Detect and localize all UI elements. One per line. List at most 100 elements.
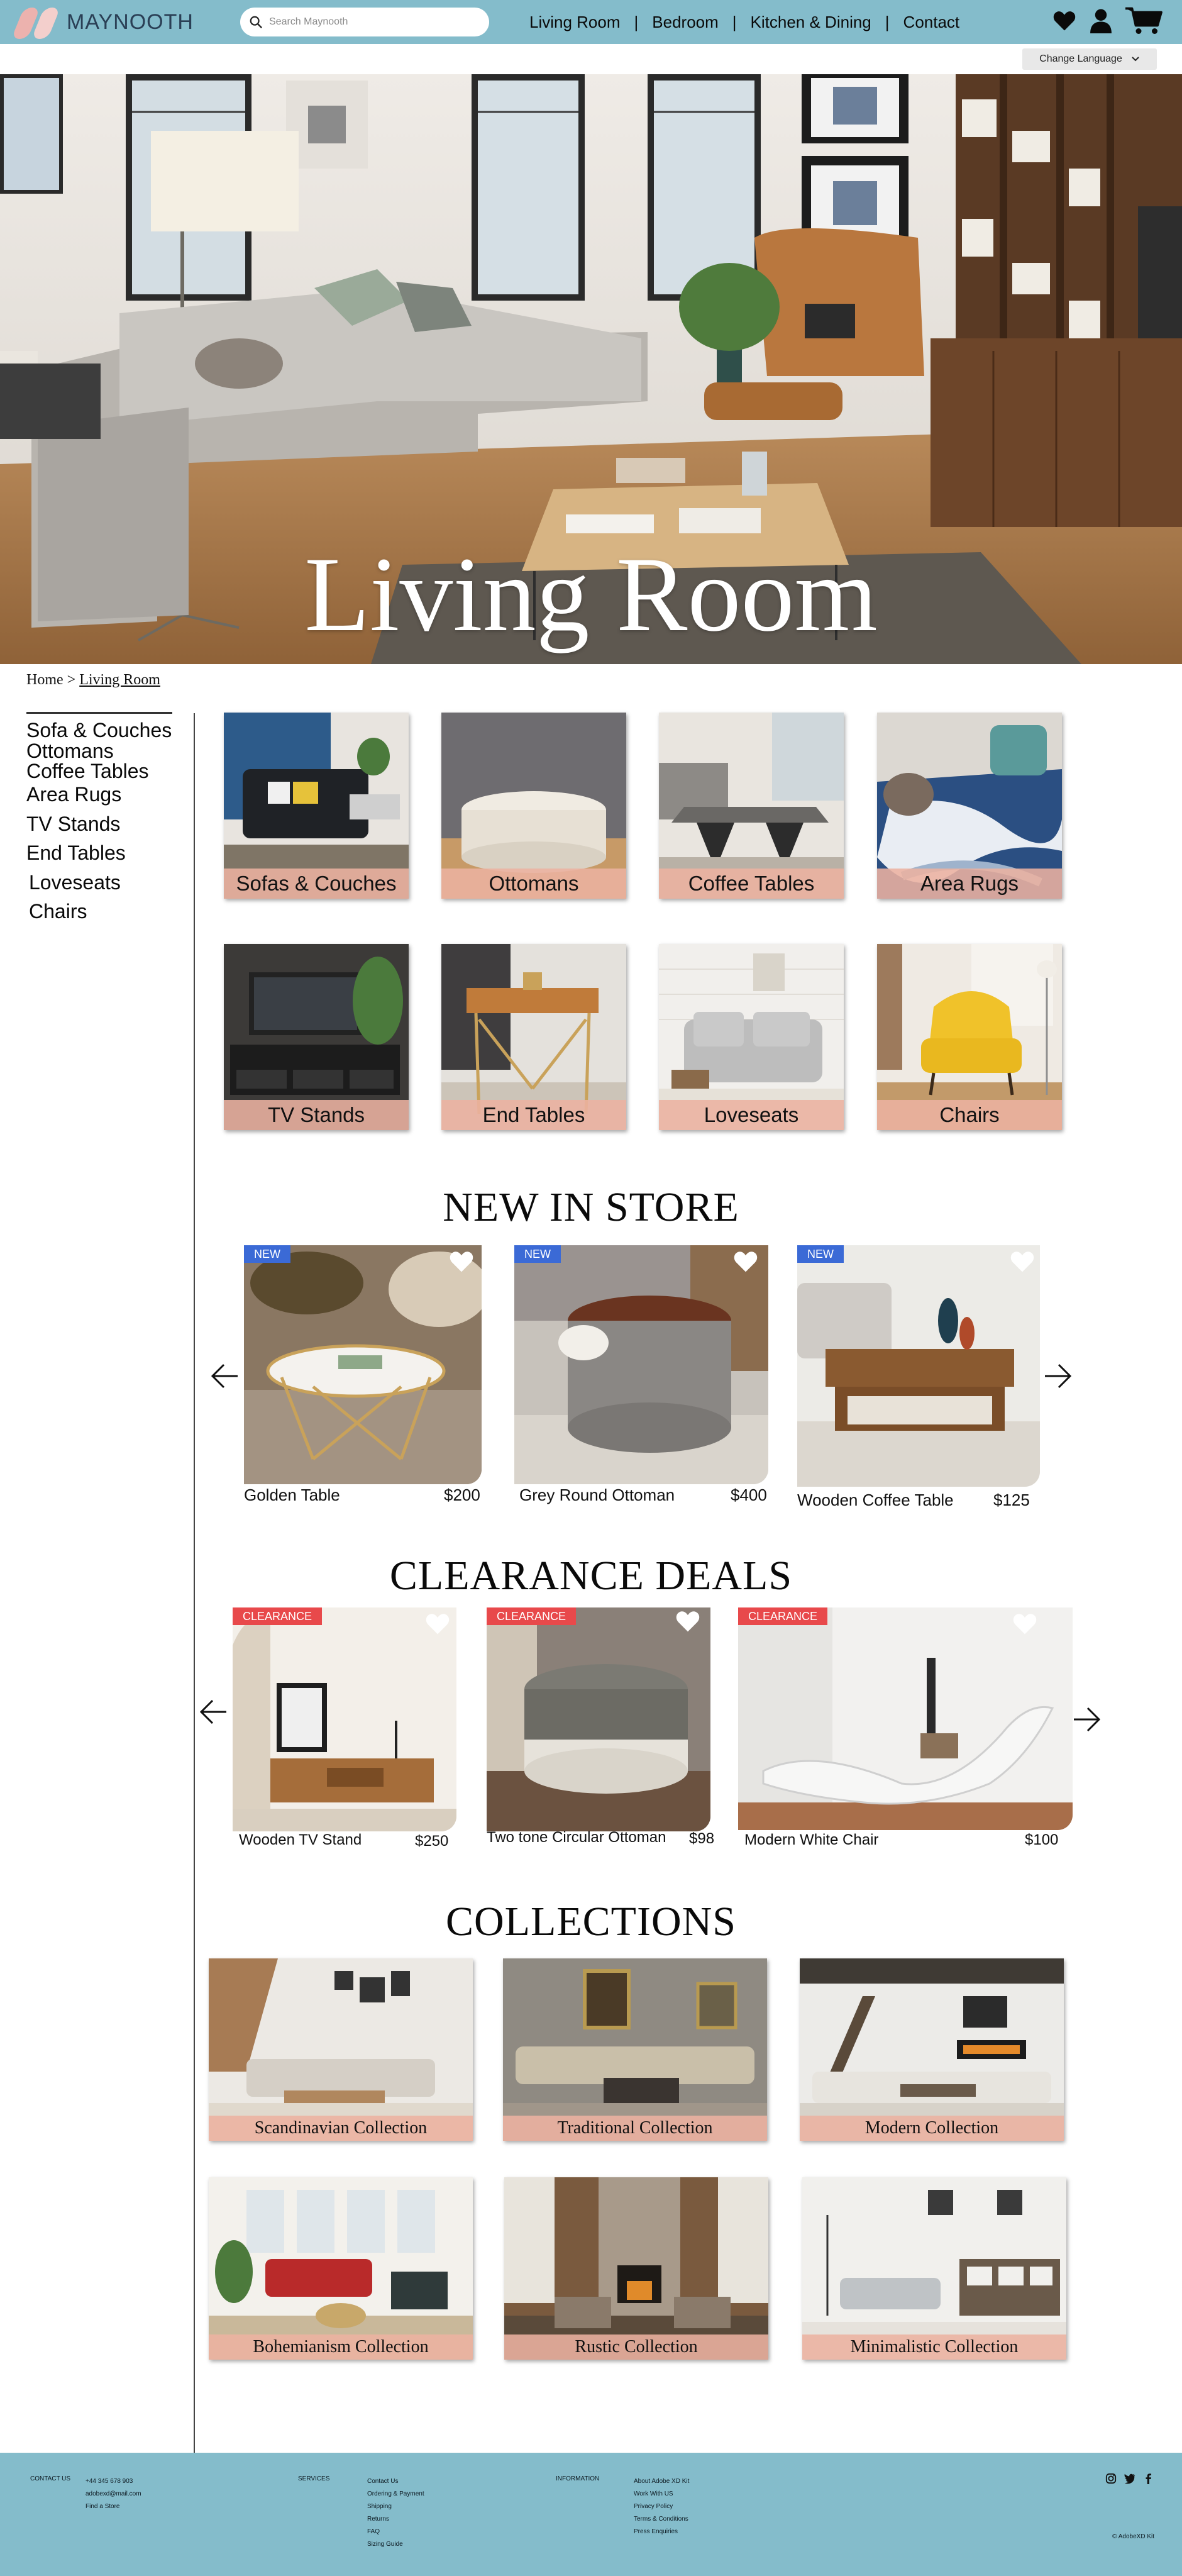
category-label: End Tables xyxy=(441,1100,626,1130)
footer-find-store-link[interactable]: Find a Store xyxy=(86,2501,141,2513)
sidebar-item-chairs[interactable]: Chairs xyxy=(29,901,172,922)
footer-link[interactable]: Sizing Guide xyxy=(367,2538,424,2551)
category-card-end-tables[interactable]: End Tables xyxy=(441,944,626,1130)
footer-information-list: About Adobe XD Kit Work With US Privacy … xyxy=(634,2475,689,2538)
grey-ottoman-photo xyxy=(514,1245,768,1484)
search-input[interactable] xyxy=(269,16,470,28)
product-name[interactable]: Golden Table xyxy=(244,1485,340,1505)
footer-link[interactable]: About Adobe XD Kit xyxy=(634,2475,689,2488)
category-label: Sofas & Couches xyxy=(224,869,409,899)
category-card-chairs[interactable]: Chairs xyxy=(877,944,1062,1130)
collection-card-rustic[interactable]: Rustic Collection xyxy=(504,2177,768,2360)
product-image-grey-round-ottoman[interactable]: NEW xyxy=(514,1245,768,1484)
twitter-icon[interactable] xyxy=(1124,2473,1135,2484)
carousel-next-arrow-icon[interactable] xyxy=(1073,1706,1103,1733)
wishlist-heart-icon[interactable] xyxy=(449,1250,474,1273)
new-in-store-heading: NEW IN STORE xyxy=(443,1184,739,1230)
collection-card-scandinavian[interactable]: Scandinavian Collection xyxy=(209,1958,473,2141)
breadcrumb-home-link[interactable]: Home xyxy=(26,672,64,688)
footer-link[interactable]: Privacy Policy xyxy=(634,2501,689,2513)
carousel-next-arrow-icon[interactable] xyxy=(1044,1362,1074,1390)
wooden-tv-stand-photo xyxy=(233,1607,456,1831)
search-bar[interactable] xyxy=(240,8,489,36)
collections-heading: COLLECTIONS xyxy=(446,1899,736,1945)
wishlist-heart-icon[interactable] xyxy=(425,1613,450,1635)
sidebar-item-sofa-couches[interactable]: Sofa & Couches xyxy=(26,720,172,741)
product-image-wooden-coffee-table[interactable]: NEW xyxy=(797,1245,1040,1487)
facebook-icon[interactable] xyxy=(1143,2473,1154,2484)
product-name[interactable]: Modern White Chair xyxy=(744,1831,878,1849)
nav-separator: | xyxy=(732,12,737,31)
carousel-prev-arrow-icon[interactable] xyxy=(209,1362,239,1390)
product-price: $200 xyxy=(444,1485,480,1504)
footer-email[interactable]: adobexd@mail.com xyxy=(86,2488,141,2501)
category-card-loveseats[interactable]: Loveseats xyxy=(659,944,844,1130)
nav-item-living-room[interactable]: Living Room xyxy=(529,13,621,32)
sidebar-item-tv-stands[interactable]: TV Stands xyxy=(26,813,172,835)
sidebar-item-end-tables[interactable]: End Tables xyxy=(26,843,172,863)
bohemianism-collection-image xyxy=(209,2177,473,2360)
collection-label: Minimalistic Collection xyxy=(802,2334,1066,2360)
footer-contact-list: +44 345 678 903 adobexd@mail.com Find a … xyxy=(86,2475,141,2513)
carousel-prev-arrow-icon[interactable] xyxy=(197,1698,228,1726)
category-card-coffee-tables[interactable]: Coffee Tables xyxy=(659,713,844,899)
sidebar-item-area-rugs[interactable]: Area Rugs xyxy=(26,784,172,805)
clearance-badge: CLEARANCE xyxy=(233,1607,323,1625)
product-name[interactable]: Two tone Circular Ottoman xyxy=(487,1829,666,1846)
cart-icon[interactable] xyxy=(1125,6,1163,38)
brand-logo[interactable]: MAYNOOTH xyxy=(9,4,194,40)
clearance-badge: CLEARANCE xyxy=(487,1607,577,1625)
wishlist-heart-icon[interactable] xyxy=(675,1610,700,1633)
category-label: Loveseats xyxy=(659,1100,844,1130)
product-name[interactable]: Grey Round Ottoman xyxy=(519,1485,675,1505)
footer-link[interactable]: Terms & Conditions xyxy=(634,2513,689,2526)
category-card-tv-stands[interactable]: TV Stands xyxy=(224,944,409,1130)
collection-card-traditional[interactable]: Traditional Collection xyxy=(503,1958,767,2141)
product-name[interactable]: Wooden TV Stand xyxy=(239,1831,362,1849)
category-card-ottomans[interactable]: Ottomans xyxy=(441,713,626,899)
sidebar-divider xyxy=(26,712,172,714)
traditional-collection-image xyxy=(503,1958,767,2141)
modern-white-chair-photo xyxy=(738,1607,1073,1830)
product-price: $400 xyxy=(731,1485,767,1504)
category-card-area-rugs[interactable]: Area Rugs xyxy=(877,713,1062,899)
new-badge: NEW xyxy=(514,1245,561,1263)
sidebar-item-coffee-tables[interactable]: Coffee Tables xyxy=(26,761,172,782)
collection-card-bohemianism[interactable]: Bohemianism Collection xyxy=(209,2177,473,2360)
footer-link[interactable]: Shipping xyxy=(367,2501,424,2513)
footer-link[interactable]: FAQ xyxy=(367,2526,424,2538)
product-image-two-tone-ottoman[interactable]: CLEARANCE xyxy=(487,1607,710,1831)
footer-link[interactable]: Returns xyxy=(367,2513,424,2526)
collection-card-minimalistic[interactable]: Minimalistic Collection xyxy=(802,2177,1066,2360)
footer-phone[interactable]: +44 345 678 903 xyxy=(86,2475,141,2488)
wishlist-heart-icon[interactable] xyxy=(1010,1250,1035,1273)
collection-card-modern[interactable]: Modern Collection xyxy=(800,1958,1064,2141)
category-label: Chairs xyxy=(877,1100,1062,1130)
product-image-golden-table[interactable]: NEW xyxy=(244,1245,482,1484)
nav-item-bedroom[interactable]: Bedroom xyxy=(652,13,719,32)
breadcrumb-separator: > xyxy=(67,672,76,688)
sidebar-item-ottomans[interactable]: Ottomans xyxy=(26,740,172,762)
footer-link[interactable]: Contact Us xyxy=(367,2475,424,2488)
product-image-wooden-tv-stand[interactable]: CLEARANCE xyxy=(233,1607,456,1831)
wishlist-heart-icon[interactable] xyxy=(1012,1613,1037,1635)
change-language-button[interactable]: Change Language xyxy=(1022,48,1157,70)
footer-link[interactable]: Work With US xyxy=(634,2488,689,2501)
user-icon[interactable] xyxy=(1089,8,1113,36)
heart-icon[interactable] xyxy=(1052,10,1076,35)
footer-link[interactable]: Ordering & Payment xyxy=(367,2488,424,2501)
breadcrumb-current-link[interactable]: Living Room xyxy=(79,672,160,688)
site-footer: CONTACT US +44 345 678 903 adobexd@mail.… xyxy=(0,2453,1182,2576)
footer-link[interactable]: Press Enquiries xyxy=(634,2526,689,2538)
product-name[interactable]: Wooden Coffee Table xyxy=(797,1491,954,1510)
instagram-icon[interactable] xyxy=(1105,2473,1117,2484)
nav-item-kitchen-dining[interactable]: Kitchen & Dining xyxy=(751,13,871,32)
wishlist-heart-icon[interactable] xyxy=(733,1250,758,1273)
category-card-sofas-couches[interactable]: Sofas & Couches xyxy=(224,713,409,899)
chevron-down-icon xyxy=(1132,57,1139,62)
nav-separator: | xyxy=(634,12,639,31)
footer-copyright: © AdobeXD Kit xyxy=(1112,2533,1154,2540)
product-image-modern-white-chair[interactable]: CLEARANCE xyxy=(738,1607,1073,1830)
nav-item-contact[interactable]: Contact xyxy=(903,13,960,32)
sidebar-item-loveseats[interactable]: Loveseats xyxy=(29,872,172,893)
